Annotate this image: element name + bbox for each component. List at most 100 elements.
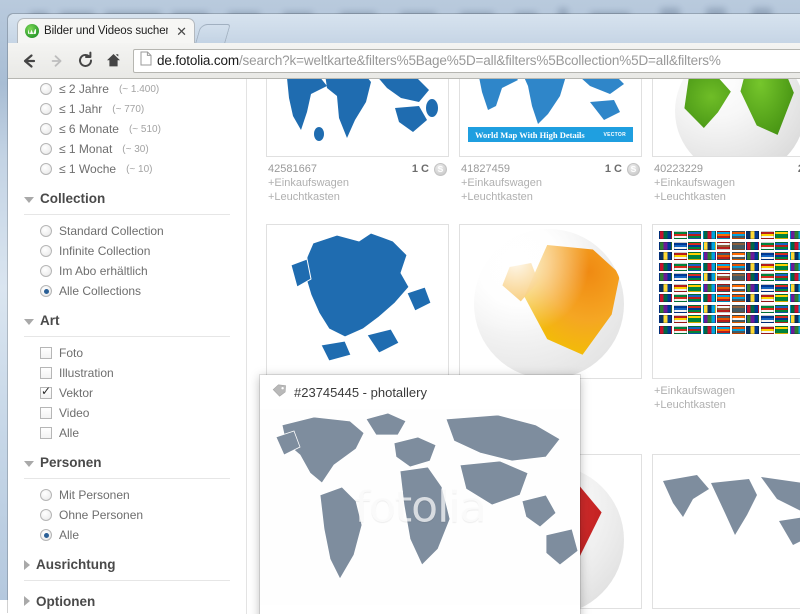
flag-icon — [659, 242, 672, 250]
add-to-cart-link[interactable]: +Einkaufswagen — [654, 384, 800, 398]
filter-option-age-1w[interactable]: ≤ 1 Woche (~ 10) — [24, 159, 230, 179]
filter-option-foto[interactable]: Foto — [24, 343, 230, 363]
flag-icon — [746, 263, 759, 271]
radio-icon[interactable] — [40, 489, 52, 501]
checkbox-icon[interactable] — [40, 407, 52, 419]
flag-icon — [703, 315, 716, 323]
flag-icon — [717, 242, 730, 250]
radio-icon[interactable] — [40, 225, 52, 237]
flag-icon — [688, 231, 701, 239]
result-thumbnail-globe-orange[interactable] — [459, 224, 642, 379]
add-to-lightbox-link[interactable]: +Leuchtkasten — [654, 398, 800, 412]
section-header-personen[interactable]: Personen — [24, 449, 230, 479]
filter-option-alle-collections[interactable]: Alle Collections — [24, 281, 230, 301]
section-header-art[interactable]: Art — [24, 307, 230, 337]
flag-icon — [775, 294, 788, 302]
filter-count: (~ 1.400) — [119, 84, 159, 95]
section-header-ausrichtung[interactable]: Ausrichtung — [24, 551, 230, 581]
address-bar[interactable]: de.fotolia.com/search?k=weltkarte&filter… — [133, 49, 800, 73]
tab-strip: Bilder und Videos suchen: ✕ — [8, 14, 800, 43]
flag-icon — [703, 263, 716, 271]
reload-icon[interactable] — [72, 48, 98, 74]
radio-icon[interactable] — [40, 245, 52, 257]
filter-option-alle-art[interactable]: Alle — [24, 423, 230, 443]
result-item[interactable]: 42581667 1 C S +Einkaufswagen +Leuchtkas… — [266, 79, 449, 204]
result-thumbnail-flags-grid[interactable] — [652, 224, 800, 379]
page-viewport: ≤ 2 Jahre (~ 1.400) ≤ 1 Jahr (~ 770) ≤ 6… — [8, 79, 800, 614]
fotolia-favicon — [25, 24, 39, 38]
filter-option-standard-collection[interactable]: Standard Collection — [24, 221, 230, 241]
result-item[interactable]: World Map With High Details VECTOR 41827… — [459, 79, 642, 204]
add-to-cart-link[interactable]: +Einkaufswagen — [461, 176, 640, 190]
result-thumbnail-world-map-banner[interactable]: World Map With High Details VECTOR — [459, 79, 642, 157]
flag-icon — [659, 294, 672, 302]
flag-icon — [688, 315, 701, 323]
result-thumbnail-europe-map[interactable] — [266, 224, 449, 379]
checkbox-icon[interactable] — [40, 367, 52, 379]
add-to-lightbox-link[interactable]: +Leuchtkasten — [461, 190, 640, 204]
tab-fotolia-search[interactable]: Bilder und Videos suchen: ✕ — [17, 18, 195, 43]
filter-count: (~ 10) — [126, 164, 152, 175]
checkbox-icon[interactable] — [40, 347, 52, 359]
filter-option-alle-personen[interactable]: Alle — [24, 525, 230, 545]
section-title: Art — [40, 313, 60, 328]
section-header-optionen[interactable]: Optionen — [24, 587, 230, 614]
chevron-down-icon[interactable] — [24, 197, 34, 203]
filter-option-age-2y[interactable]: ≤ 2 Jahre (~ 1.400) — [24, 79, 230, 99]
url-domain: de.fotolia.com — [157, 53, 239, 68]
filter-label: Video — [59, 406, 89, 420]
radio-icon[interactable] — [40, 265, 52, 277]
radio-icon[interactable] — [40, 103, 52, 115]
flag-icon — [717, 315, 730, 323]
radio-icon[interactable] — [40, 123, 52, 135]
radio-icon-selected[interactable] — [40, 529, 52, 541]
flag-icon — [674, 326, 687, 334]
filter-option-age-1y[interactable]: ≤ 1 Jahr (~ 770) — [24, 99, 230, 119]
filter-option-ohne-personen[interactable]: Ohne Personen — [24, 505, 230, 525]
add-to-cart-link[interactable]: +Einkaufswagen — [268, 176, 447, 190]
back-icon[interactable] — [16, 48, 42, 74]
chevron-down-icon[interactable] — [24, 319, 34, 325]
result-thumbnail-world-map-blue[interactable] — [266, 79, 449, 157]
radio-icon[interactable] — [40, 509, 52, 521]
add-to-lightbox-link[interactable]: +Leuchtkasten — [268, 190, 447, 204]
section-title: Personen — [40, 455, 102, 470]
chevron-right-icon[interactable] — [24, 596, 30, 606]
chevron-right-icon[interactable] — [24, 560, 30, 570]
preview-image[interactable]: fotolia — [260, 409, 580, 605]
checkbox-icon-checked[interactable] — [40, 387, 52, 399]
section-header-collection[interactable]: Collection — [24, 185, 230, 215]
result-thumbnail-globe-green[interactable] — [652, 79, 800, 157]
radio-icon[interactable] — [40, 143, 52, 155]
new-tab-button[interactable] — [195, 24, 230, 43]
banner-tag: VECTOR — [603, 132, 626, 138]
filter-option-infinite-collection[interactable]: Infinite Collection — [24, 241, 230, 261]
filter-option-video[interactable]: Video — [24, 403, 230, 423]
home-icon[interactable] — [100, 48, 126, 74]
checkbox-icon[interactable] — [40, 427, 52, 439]
close-icon[interactable]: ✕ — [173, 25, 190, 38]
radio-icon-selected[interactable] — [40, 285, 52, 297]
filter-option-vektor[interactable]: Vektor — [24, 383, 230, 403]
result-item[interactable] — [652, 454, 800, 609]
filter-count: (~ 510) — [129, 124, 161, 135]
flag-icon — [761, 284, 774, 292]
filter-option-age-6m[interactable]: ≤ 6 Monate (~ 510) — [24, 119, 230, 139]
image-preview-popup[interactable]: #23745445 - photallery — [260, 375, 580, 614]
result-meta: 40223229 2 C S +Einkaufswagen +Leuchtkas… — [652, 157, 800, 204]
result-item[interactable]: 40223229 2 C S +Einkaufswagen +Leuchtkas… — [652, 79, 800, 204]
filter-option-age-1m[interactable]: ≤ 1 Monat (~ 30) — [24, 139, 230, 159]
filter-option-abo[interactable]: Im Abo erhältlich — [24, 261, 230, 281]
url-path: /search?k=weltkarte&filters%5Bage%5D=all… — [239, 53, 721, 68]
radio-icon[interactable] — [40, 163, 52, 175]
result-thumbnail-world-map-grey[interactable] — [652, 454, 800, 609]
filter-option-mit-personen[interactable]: Mit Personen — [24, 485, 230, 505]
radio-icon[interactable] — [40, 83, 52, 95]
flag-icon — [790, 315, 800, 323]
flag-icon — [732, 284, 745, 292]
result-item[interactable]: +Einkaufswagen +Leuchtkasten — [652, 224, 800, 412]
chevron-down-icon[interactable] — [24, 461, 34, 467]
add-to-lightbox-link[interactable]: +Leuchtkasten — [654, 190, 800, 204]
filter-option-illustration[interactable]: Illustration — [24, 363, 230, 383]
add-to-cart-link[interactable]: +Einkaufswagen — [654, 176, 800, 190]
